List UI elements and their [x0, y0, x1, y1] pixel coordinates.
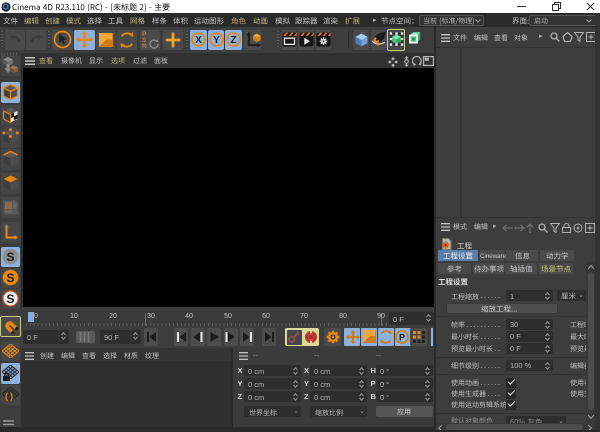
- svg-text:X: X: [195, 35, 202, 46]
- svg-text:Z: Z: [230, 35, 236, 46]
- svg-text:S: S: [6, 292, 14, 306]
- svg-text:Y: Y: [213, 35, 220, 46]
- svg-text:P: P: [399, 332, 405, 342]
- svg-text:S: S: [6, 250, 14, 264]
- svg-text:S: S: [6, 271, 14, 285]
